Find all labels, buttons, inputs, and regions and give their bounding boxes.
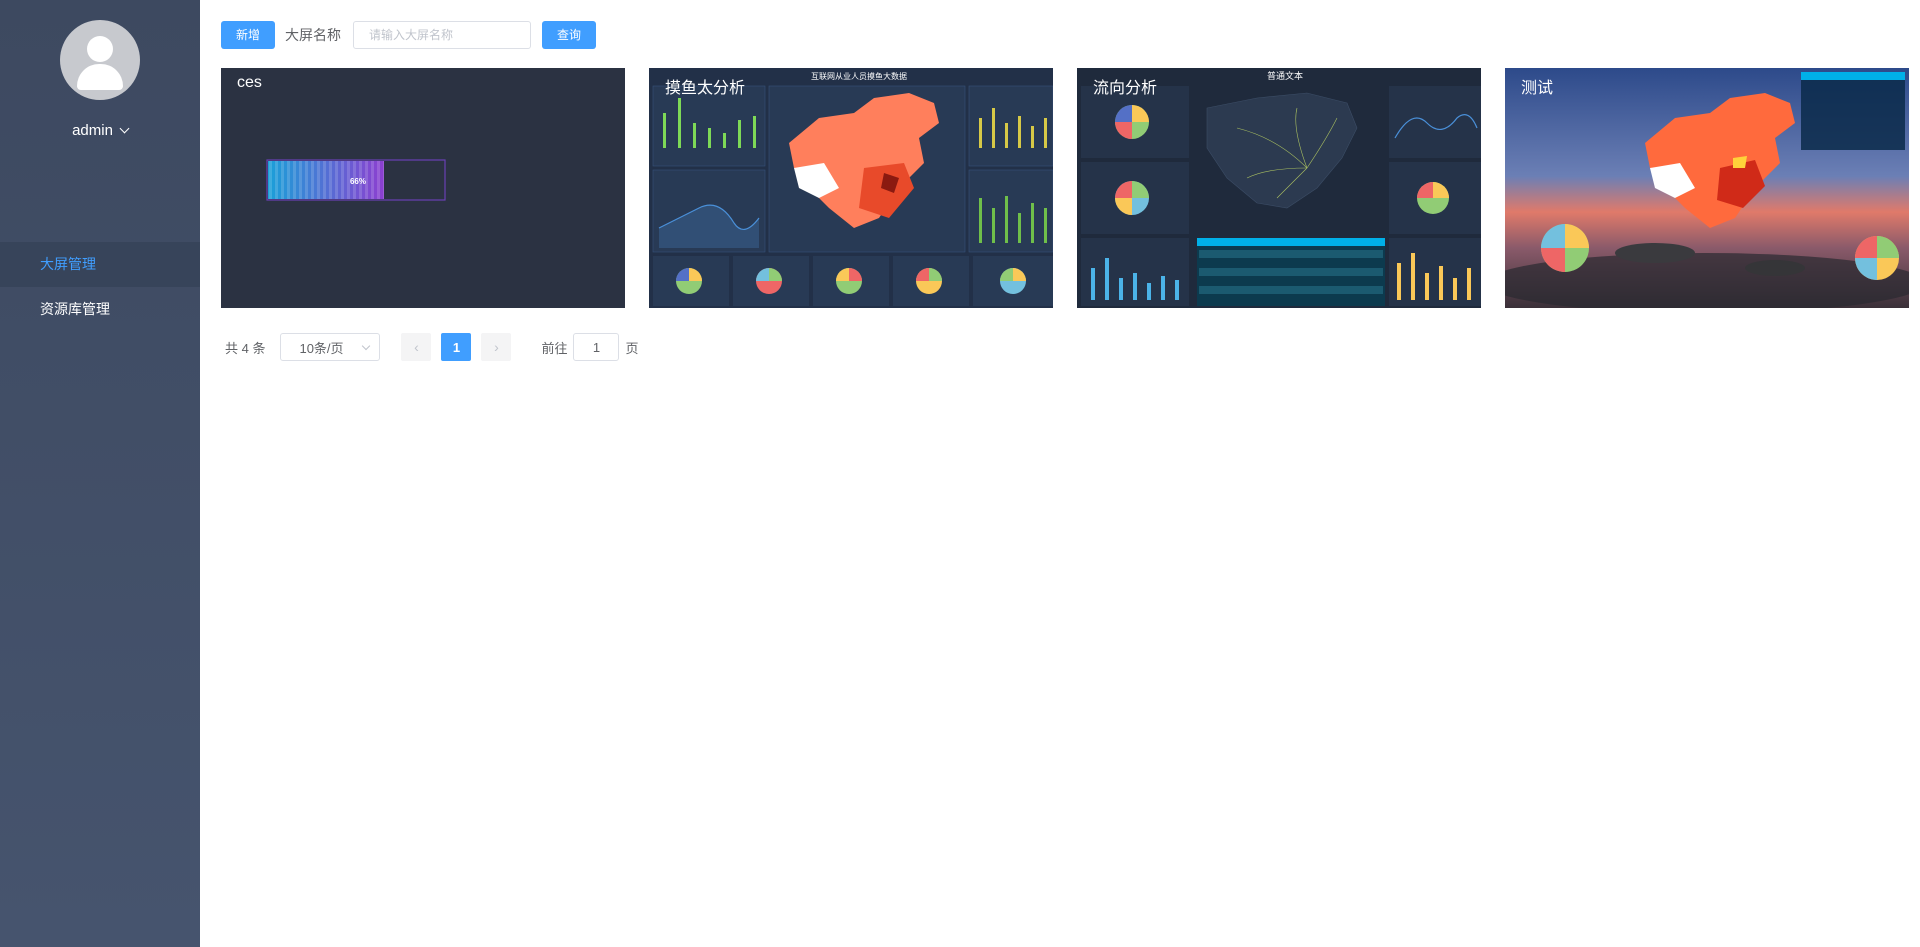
- user-head-icon: [87, 36, 113, 62]
- page-size-select[interactable]: 10条/页: [280, 333, 381, 361]
- main-content: 新增 大屏名称 查询 ces: [200, 0, 1920, 947]
- add-button[interactable]: 新增: [221, 21, 276, 49]
- card-thumbnail: 66%: [266, 159, 446, 201]
- screen-card-list: ces 66% 摸鱼太分析 互联网从业人员摸鱼大数据 流向分析 普通文本 测试: [221, 68, 1909, 308]
- app-root: admin 大屏管理 资源库管理 新增 大屏名称 查询 ces: [0, 0, 1920, 947]
- pagination: 共 4 条 10条/页 ‹ 1 › 前往 页: [221, 333, 1909, 361]
- goto-prefix: 前往: [541, 340, 568, 356]
- chevron-down-icon: [362, 341, 371, 351]
- card-thumbnail: [1505, 68, 1909, 308]
- sidebar-item-resource-management[interactable]: 资源库管理: [0, 287, 200, 332]
- total-count: 共 4 条: [225, 340, 266, 356]
- sidebar: admin 大屏管理 资源库管理: [0, 0, 200, 947]
- card-thumbnail: 普通文本: [1081, 70, 1481, 306]
- chevron-right-icon: ›: [494, 339, 499, 355]
- card-title: 测试: [1521, 80, 1554, 97]
- screen-card[interactable]: ces 66%: [221, 68, 625, 308]
- card-title: ces: [237, 74, 262, 91]
- page-number-current[interactable]: 1: [441, 333, 472, 361]
- next-page-button[interactable]: ›: [481, 333, 512, 361]
- goto-suffix: 页: [625, 340, 639, 356]
- toolbar: 新增 大屏名称 查询: [221, 21, 1909, 49]
- query-button[interactable]: 查询: [542, 21, 597, 49]
- chevron-left-icon: ‹: [414, 339, 419, 355]
- avatar[interactable]: [60, 20, 140, 100]
- goto-page-input[interactable]: [573, 333, 620, 361]
- screen-name-input[interactable]: [353, 21, 532, 49]
- sidebar-menu: 大屏管理 资源库管理: [0, 242, 200, 332]
- user-body-icon: [77, 64, 123, 90]
- goto-page: 前往 页: [541, 333, 639, 361]
- screen-card[interactable]: 流向分析 普通文本: [1077, 68, 1481, 308]
- card-title: 摸鱼太分析: [665, 80, 746, 97]
- prev-page-button[interactable]: ‹: [401, 333, 432, 361]
- screen-card[interactable]: 测试: [1505, 68, 1909, 308]
- dashboard-header: 互联网从业人员摸鱼大数据: [811, 71, 907, 81]
- progress-label: 66%: [350, 177, 366, 186]
- sidebar-item-screen-management[interactable]: 大屏管理: [0, 242, 200, 287]
- card-thumbnail: 互联网从业人员摸鱼大数据: [652, 71, 1053, 306]
- screen-card[interactable]: 摸鱼太分析 互联网从业人员摸鱼大数据: [649, 68, 1053, 308]
- chevron-down-icon: [119, 123, 130, 134]
- page-size-value: 10条/页: [299, 340, 344, 356]
- user-dropdown[interactable]: admin: [0, 122, 200, 139]
- card-title: 流向分析: [1093, 80, 1158, 97]
- dashboard-header: 普通文本: [1267, 70, 1303, 81]
- screen-name-label: 大屏名称: [285, 27, 342, 43]
- username: admin: [72, 122, 113, 139]
